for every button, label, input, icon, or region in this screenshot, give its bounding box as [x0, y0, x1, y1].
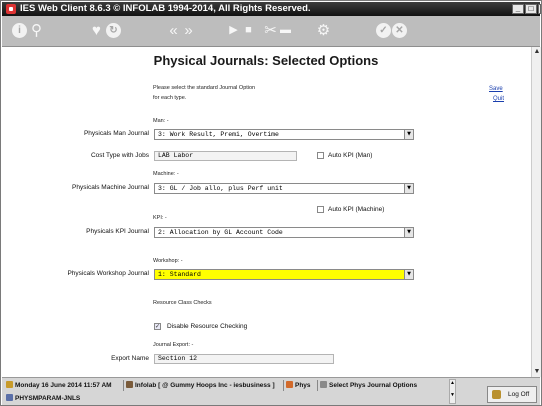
machine-journal-value: 3: GL / Job allo, plus Perf unit [158, 185, 283, 192]
machine-journal-label: Physicals Machine Journal [72, 184, 149, 191]
auto-kpi-man-label: Auto KPI (Man) [328, 152, 373, 159]
kpi-journal-select[interactable]: 2: Allocation by GL Account Code ▼ [154, 227, 414, 238]
stop-icon[interactable]: ■ [241, 23, 256, 38]
rewind-icon[interactable]: « [166, 23, 181, 38]
workshop-journal-label: Physicals Workshop Journal [67, 270, 149, 277]
chevron-down-icon[interactable]: ▼ [404, 228, 413, 237]
quit-link[interactable]: Quit [493, 96, 504, 102]
user-icon [126, 381, 133, 388]
workshop-journal-value: 1: Standard [158, 271, 201, 278]
machine-section-label: Machine: - [153, 171, 179, 177]
app-window: IES Web Client 8.6.3 © INFOLAB 1994-2014… [0, 0, 542, 406]
ok-icon[interactable]: ✓ [376, 23, 391, 38]
status-screen: Select Phys Journal Options [320, 380, 417, 391]
status-company-text: Infolab [ @ Gummy Hoops Inc - iesbusines… [135, 382, 275, 389]
machine-journal-select[interactable]: 3: GL / Job allo, plus Perf unit ▼ [154, 183, 414, 194]
key-icon [492, 390, 501, 399]
clipboard-icon[interactable]: ▬ [278, 23, 293, 38]
form-area: Physical Journals: Selected Options Plea… [2, 47, 530, 377]
settings-icon[interactable]: ⚙ [316, 23, 331, 38]
journal-export-section-label: Journal Export: - [153, 342, 194, 348]
chevron-down-icon[interactable]: ▼ [404, 184, 413, 193]
man-section-label: Man: - [153, 118, 169, 124]
scroll-down-icon[interactable]: ▼ [532, 367, 542, 377]
tools-icon[interactable]: ✂ [263, 23, 278, 38]
status-screen-text: Select Phys Journal Options [329, 382, 418, 389]
info-icon[interactable]: i [12, 23, 27, 38]
log-off-button[interactable]: Log Off [487, 386, 537, 403]
chevron-down-icon[interactable]: ▼ [404, 270, 413, 279]
play-icon[interactable]: ▶ [226, 23, 241, 38]
workshop-journal-select[interactable]: 1: Standard ▼ [154, 269, 414, 280]
export-name-field[interactable]: Section 12 [154, 354, 334, 364]
refresh-icon[interactable]: ↻ [106, 23, 121, 38]
scroll-up-icon[interactable]: ▲ [532, 47, 542, 57]
status-divider [123, 380, 124, 391]
window-title: IES Web Client 8.6.3 © INFOLAB 1994-2014… [20, 3, 311, 14]
intro-text-line2: for each type. [153, 95, 187, 101]
intro-text-line1: Please select the standard Journal Optio… [153, 85, 256, 91]
toolbar: i ⚲ ♥ ↻ « » ▶ ■ ✂ ▬ ⚙ ✓ ✕ [2, 16, 540, 47]
maximize-button[interactable]: □ [525, 4, 537, 14]
page-title: Physical Journals: Selected Options [153, 53, 379, 68]
auto-kpi-machine-checkbox[interactable] [317, 206, 324, 213]
status-date: Monday 16 June 2014 11:57 AM [6, 380, 112, 391]
export-name-label: Export Name [111, 355, 149, 362]
status-module-text: Phys [295, 382, 311, 389]
auto-kpi-machine-label: Auto KPI (Machine) [328, 206, 385, 213]
save-link[interactable]: Save [489, 86, 503, 92]
kpi-journal-value: 2: Allocation by GL Account Code [158, 229, 283, 236]
status-bar: Monday 16 June 2014 11:57 AM Infolab [ @… [2, 377, 540, 405]
status-company: Infolab [ @ Gummy Hoops Inc - iesbusines… [126, 380, 275, 391]
program-icon [6, 394, 13, 401]
cost-type-field[interactable]: LAB Labor [154, 151, 297, 161]
status-divider [283, 380, 284, 391]
man-journal-value: 3: Work Result, Premi, Overtime [158, 131, 279, 138]
status-scrollbar[interactable]: ▲ ▼ [449, 379, 456, 404]
man-journal-select[interactable]: 3: Work Result, Premi, Overtime ▼ [154, 129, 414, 140]
status-divider [317, 380, 318, 391]
disable-resource-label: Disable Resource Checking [167, 323, 248, 330]
minimize-button[interactable]: _ [512, 4, 524, 14]
kpi-journal-label: Physicals KPI Journal [86, 228, 149, 235]
resource-section-label: Resource Class Checks [153, 300, 212, 306]
heart-icon[interactable]: ♥ [89, 23, 104, 38]
auto-kpi-man-checkbox[interactable] [317, 152, 324, 159]
cost-type-label: Cost Type with Jobs [90, 152, 149, 159]
cancel-icon[interactable]: ✕ [392, 23, 407, 38]
fast-forward-icon[interactable]: » [181, 23, 196, 38]
status-program-text: PHYSMPARAM-JNLS [15, 395, 81, 402]
status-module: Phys [286, 380, 311, 391]
document-icon [320, 381, 327, 388]
status-program: PHYSMPARAM-JNLS [6, 393, 80, 404]
kpi-section-label: KPI: - [153, 215, 167, 221]
search-icon[interactable]: ⚲ [29, 23, 44, 38]
title-bar: IES Web Client 8.6.3 © INFOLAB 1994-2014… [2, 2, 541, 16]
module-icon [286, 381, 293, 388]
status-date-text: Monday 16 June 2014 11:57 AM [15, 382, 112, 389]
app-logo-icon [6, 4, 16, 14]
workshop-section-label: Workshop: - [153, 258, 183, 264]
vertical-scrollbar[interactable]: ▲ ▼ [531, 47, 541, 377]
close-button[interactable] [538, 4, 541, 14]
man-journal-label: Physicals Man Journal [83, 130, 149, 137]
log-off-label: Log Off [508, 391, 530, 398]
chevron-down-icon[interactable]: ▼ [404, 130, 413, 139]
calendar-icon [6, 381, 13, 388]
disable-resource-checkbox[interactable]: ✓ [154, 323, 161, 330]
